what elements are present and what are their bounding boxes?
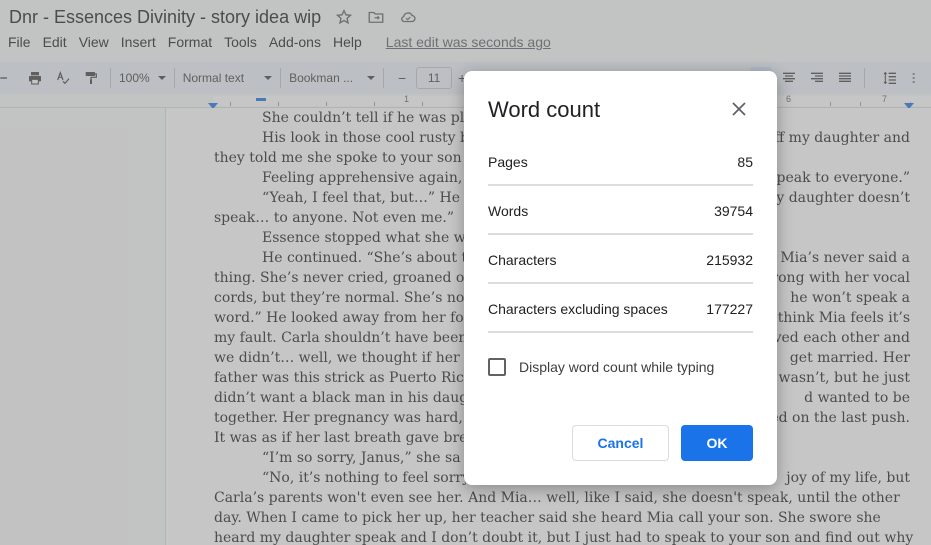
checkbox-label[interactable]: Display word count while typing [519,359,714,375]
stat-label: Words [488,202,529,219]
stat-value: 215932 [706,251,753,268]
display-word-count-option[interactable]: Display word count while typing [488,358,714,376]
stat-pages: Pages 85 [488,137,753,186]
stat-value: 85 [737,153,753,170]
stat-value: 177227 [706,300,753,317]
stat-label: Characters [488,251,557,268]
stat-characters-no-spaces: Characters excluding spaces 177227 [488,284,753,333]
stat-label: Characters excluding spaces [488,300,668,317]
stat-characters: Characters 215932 [488,235,753,284]
stat-label: Pages [488,153,528,170]
close-icon [732,102,746,116]
dialog-title: Word count [488,97,601,122]
ok-button[interactable]: OK [681,425,753,461]
cancel-button[interactable]: Cancel [572,425,669,461]
word-count-dialog: Word count Pages 85 Words 39754 Characte… [464,71,777,485]
display-word-count-checkbox[interactable] [488,358,506,376]
word-count-stats: Pages 85 Words 39754 Characters 215932 C… [488,137,753,333]
close-button[interactable] [729,99,749,119]
stat-value: 39754 [714,202,753,219]
stat-words: Words 39754 [488,186,753,235]
